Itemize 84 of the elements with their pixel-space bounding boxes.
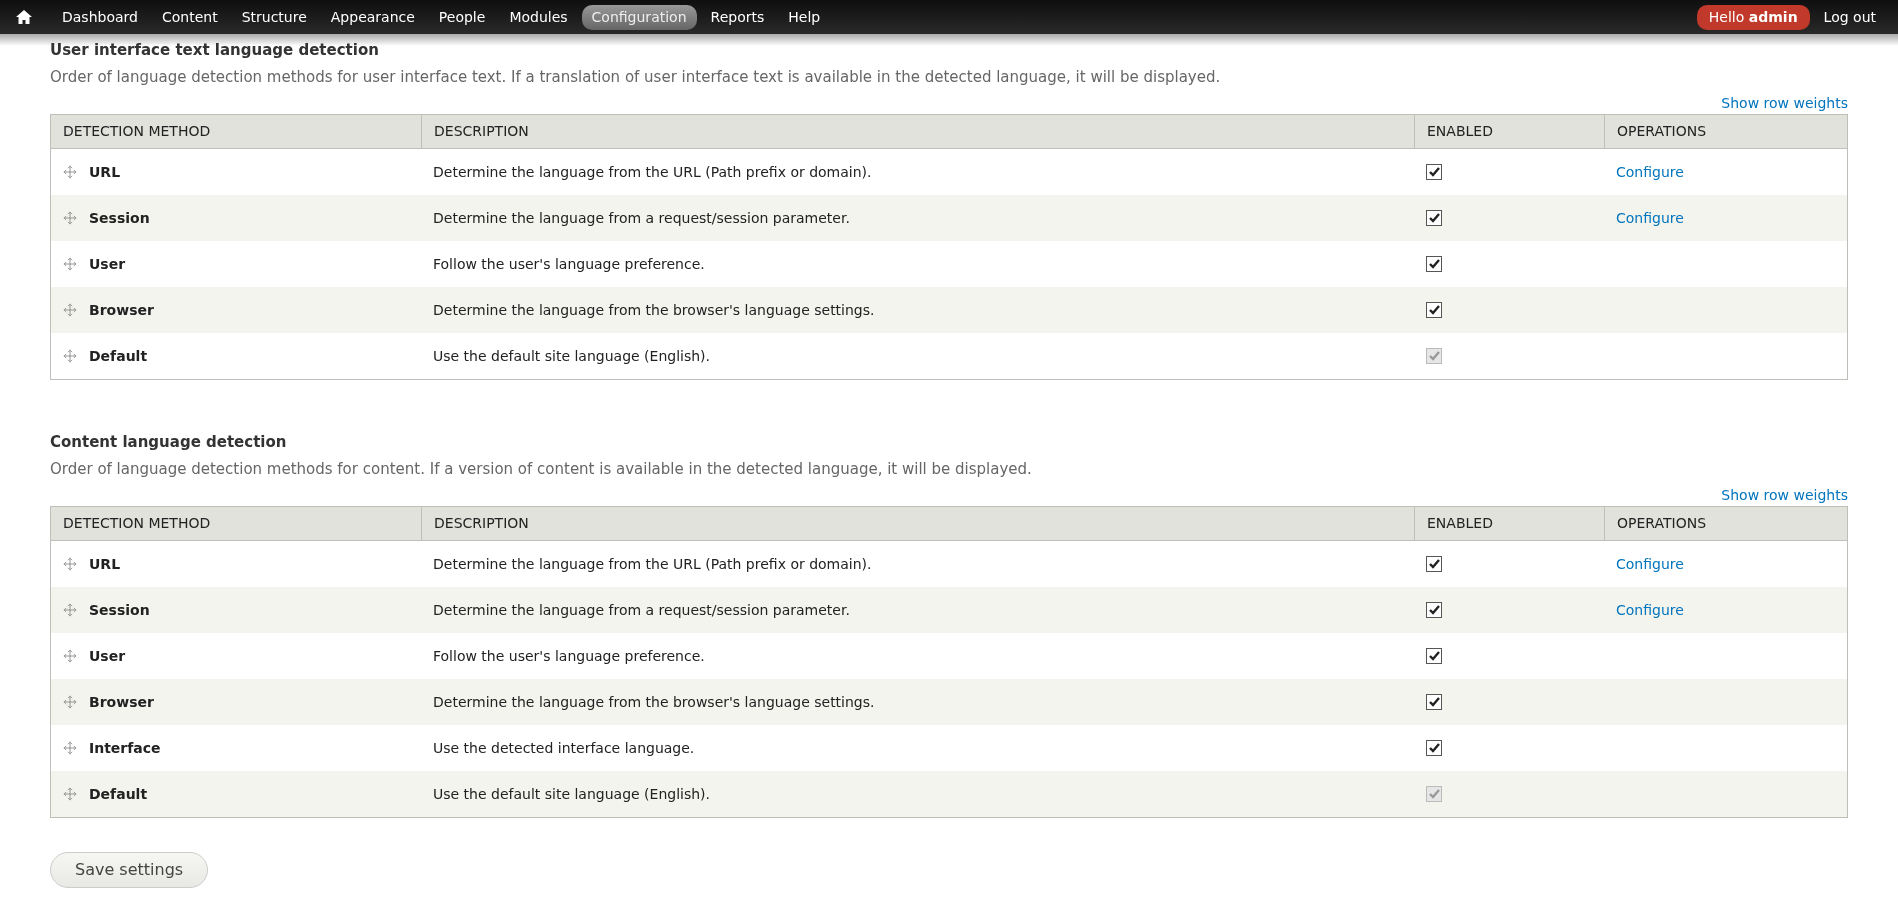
user-greeting-badge[interactable]: Hello admin (1696, 4, 1810, 30)
column-header: ENABLED (1414, 115, 1604, 148)
column-header: DESCRIPTION (421, 507, 1414, 540)
checkmark-icon (1428, 559, 1440, 569)
method-description: Determine the language from the URL (Path prefix or domain). (433, 162, 872, 182)
column-header: ENABLED (1414, 507, 1604, 540)
method-name: Interface (89, 738, 161, 758)
toolbar-menu-item[interactable]: Help (778, 4, 831, 30)
column-header: DETECTION METHOD (62, 122, 212, 141)
checkbox[interactable] (1426, 302, 1442, 318)
checkbox[interactable] (1426, 602, 1442, 618)
toolbar-menu-item[interactable]: Configuration (581, 4, 697, 30)
checkbox[interactable] (1426, 694, 1442, 710)
checkmark-icon (1428, 605, 1440, 615)
method-name: URL (89, 162, 121, 182)
checkbox[interactable] (1426, 740, 1442, 756)
configure-link[interactable]: Configure (1616, 207, 1684, 229)
save-settings-button[interactable]: Save settings (50, 852, 209, 888)
drag-handle-icon[interactable] (63, 557, 77, 571)
drag-handle-icon[interactable] (63, 695, 77, 709)
method-description: Use the default site language (English). (433, 346, 711, 366)
drag-handle-icon[interactable] (63, 349, 77, 363)
toolbar-menu-item[interactable]: Reports (700, 4, 775, 30)
checkmark-icon (1428, 743, 1440, 753)
checkmark-icon (1428, 651, 1440, 661)
checkbox[interactable] (1426, 556, 1442, 572)
method-description: Determine the language from the URL (Path prefix or domain). (433, 554, 872, 574)
configure-link[interactable]: Configure (1616, 553, 1684, 575)
method-name: Browser (89, 692, 154, 712)
method-description: Follow the user's language preference. (433, 254, 705, 274)
checkmark-icon (1428, 697, 1440, 707)
checkmark-icon (1428, 259, 1440, 269)
checkbox[interactable] (1426, 164, 1442, 180)
column-header: DESCRIPTION (421, 115, 1414, 148)
drag-handle-icon[interactable] (63, 257, 77, 271)
method-name: Default (89, 784, 148, 804)
section-title: User interface text language detection (50, 40, 380, 60)
method-description: Determine the language from the browser's language settings. (433, 300, 875, 320)
method-name: Browser (89, 300, 154, 320)
toolbar-menu-item[interactable]: Structure (231, 4, 317, 30)
section-description: Order of language detection methods for content. If a version of content is available in the detected language, it will be displayed. (50, 460, 1033, 478)
toolbar-menu-item[interactable]: Modules (499, 4, 578, 30)
checkmark-icon (1428, 213, 1440, 223)
section-title: Content language detection (50, 432, 288, 452)
method-name: URL (89, 554, 121, 574)
drag-handle-icon[interactable] (63, 211, 77, 225)
drag-handle-icon[interactable] (63, 787, 77, 801)
drag-handle-icon[interactable] (63, 603, 77, 617)
column-header: OPERATIONS (1604, 507, 1847, 540)
checkbox[interactable] (1426, 648, 1442, 664)
checkbox[interactable] (1426, 210, 1442, 226)
drag-handle-icon[interactable] (63, 741, 77, 755)
section-description: Order of language detection methods for user interface text. If a translation of user interface text is available in the detected language, it will be displayed. (50, 68, 1222, 86)
method-name: Session (89, 208, 150, 228)
configure-link[interactable]: Configure (1616, 161, 1684, 183)
checkmark-icon (1428, 305, 1440, 315)
method-name: Session (89, 600, 150, 620)
method-description: Use the detected interface language. (433, 738, 695, 758)
checkbox[interactable] (1426, 256, 1442, 272)
method-description: Follow the user's language preference. (433, 646, 705, 666)
method-description: Determine the language from the browser's language settings. (433, 692, 875, 712)
column-header: OPERATIONS (1604, 115, 1847, 148)
method-name: Default (89, 346, 148, 366)
drag-handle-icon[interactable] (63, 303, 77, 317)
drag-handle-icon[interactable] (63, 165, 77, 179)
method-description: Use the default site language (English). (433, 784, 711, 804)
home-icon[interactable] (16, 10, 32, 24)
show-row-weights-link[interactable]: Show row weights (1721, 486, 1848, 504)
toolbar-menu-item[interactable]: People (428, 4, 496, 30)
show-row-weights-link[interactable]: Show row weights (1721, 94, 1848, 112)
checkmark-icon (1428, 167, 1440, 177)
method-description: Determine the language from a request/session parameter. (433, 208, 850, 228)
logout-link[interactable]: Log out (1823, 6, 1876, 28)
checkmark-icon (1428, 351, 1440, 361)
toolbar-menu-item[interactable]: Content (151, 4, 228, 30)
method-name: User (89, 254, 126, 274)
toolbar-menu-item[interactable]: Dashboard (52, 4, 148, 30)
drag-handle-icon[interactable] (63, 649, 77, 663)
column-header: DETECTION METHOD (62, 514, 212, 533)
method-name: User (89, 646, 126, 666)
method-description: Determine the language from a request/session parameter. (433, 600, 850, 620)
configure-link[interactable]: Configure (1616, 599, 1684, 621)
checkmark-icon (1428, 789, 1440, 799)
toolbar-menu-item[interactable]: Appearance (320, 4, 425, 30)
